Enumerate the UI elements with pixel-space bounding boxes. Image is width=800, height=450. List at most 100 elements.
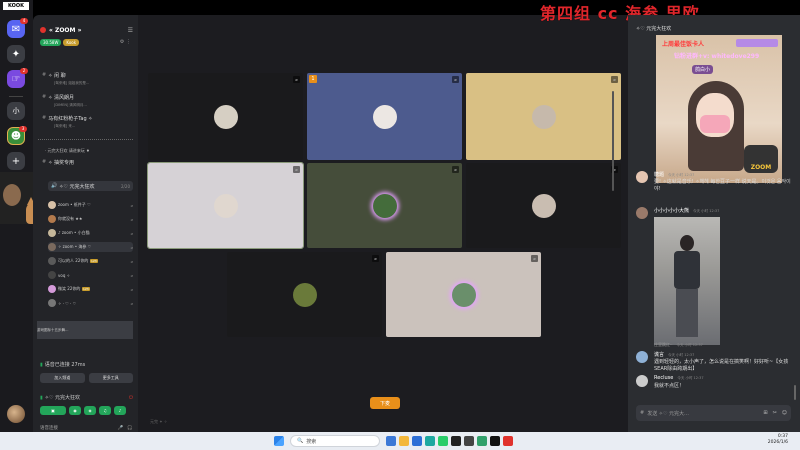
server-action-icons[interactable]: ⚙ ⋮ <box>120 39 131 45</box>
chat-header: ✧♡ 元完大狂欢 <box>636 26 672 32</box>
video-tile[interactable]: ⌀ <box>466 163 621 248</box>
hangup-icon[interactable]: ⏻ <box>129 395 133 401</box>
avatar[interactable] <box>636 171 648 183</box>
media-icon[interactable] <box>490 436 500 446</box>
members-footer[interactable]: 游戏图标十五步舞… <box>37 321 133 339</box>
message-author[interactable]: Recluse 今天 小时 12:37 <box>654 375 704 381</box>
member-item[interactable]: ♪ zoom • 小白猫 ⌀ <box>48 228 133 238</box>
avatar[interactable] <box>7 405 25 423</box>
signal-icon: ▮ <box>40 361 43 368</box>
avatar <box>213 193 238 218</box>
taskbar-search[interactable]: 🔍 搜索 <box>290 435 380 447</box>
channel-group[interactable]: # ✧ 抽奖专用 <box>42 158 133 166</box>
avatar <box>48 299 56 307</box>
members-footer-text: 游戏图标十五步舞… <box>37 327 69 332</box>
add-server-button[interactable]: + <box>7 152 25 170</box>
channel-sidebar: « ZOOM » ☰ 30.58W Kook ⚙ ⋮ # ✧ 闲 聊 [驾来难] … <box>33 15 138 432</box>
member-item[interactable]: 你就没有 ★★ ⌀ <box>48 214 133 224</box>
avatar[interactable] <box>636 375 648 387</box>
member-name: ♪ zoom • 小白猫 <box>58 230 90 235</box>
channel-hash-icon: # <box>42 72 47 78</box>
app-icon[interactable] <box>464 436 474 446</box>
chat-app-icon[interactable] <box>425 436 435 446</box>
avatar <box>48 229 56 237</box>
message-input[interactable]: # 发送 ✧♡ 元完大… ⊞ ✂ ☺ <box>636 405 791 421</box>
soundboard-button[interactable]: ♫ <box>99 406 111 415</box>
folder-icon[interactable] <box>399 436 409 446</box>
camera-button[interactable]: ◉ <box>69 406 81 415</box>
headphones-muted-icon[interactable]: 🎧 <box>127 426 133 431</box>
member-item[interactable]: ✧ zoom • 海参 ♡ ⌀ <box>48 242 133 252</box>
rail-small-button[interactable]: 小 <box>7 102 25 120</box>
section-label-text: · 元完大狂欢 请进来玩 ♦ <box>45 148 90 153</box>
activity-button[interactable]: ◈ <box>84 406 96 415</box>
kook-app-icon[interactable] <box>503 436 513 446</box>
channel-preview: [DIMEN] 清风明月… <box>54 103 87 108</box>
rail-messages-button[interactable]: ✉ 4 <box>7 18 28 38</box>
video-tile[interactable]: ⌀ <box>227 252 382 337</box>
avatar[interactable] <box>636 207 648 219</box>
spotify-icon[interactable] <box>477 436 487 446</box>
zoom-brand-logo: ZOOM <box>744 145 778 173</box>
divider <box>38 139 133 140</box>
message-author[interactable]: 小小小小小大熊 今天 小时 12:37 <box>654 207 719 214</box>
menu-icon[interactable]: ☰ <box>128 27 133 34</box>
chat-photo-image[interactable] <box>654 217 720 345</box>
call-channel-label: ✧♡ 元完大狂欢 <box>44 395 81 401</box>
message-author[interactable]: 庄里跳红·· 今天 小时 12:37 <box>654 342 703 348</box>
rail-sparkle-button[interactable]: ✦ <box>7 45 25 63</box>
banner-line2: 钻粉进群+v: whitedove299 <box>674 53 760 60</box>
sparkle-icon: ✦ <box>11 48 21 60</box>
mic-muted-icon: ⌀ <box>130 202 133 208</box>
mic-muted-icon: ⌀ <box>130 272 133 278</box>
video-tile[interactable]: ⌀ <box>147 162 304 249</box>
message-text: 遇到轻轻的，太小声了，怎么说是在搞笑啊！好好听~【女孩SEAR除由跨期出】 <box>654 359 789 372</box>
member-item[interactable]: voq ✧ ⌀ <box>48 270 133 280</box>
message-author[interactable]: 谎言 今天 小时 12:37 <box>654 351 694 358</box>
more-tools-button[interactable]: 更多工具 <box>88 373 133 383</box>
search-icon: 🔍 <box>297 438 304 444</box>
video-tile[interactable]: ⌀ <box>148 73 303 160</box>
scrollbar[interactable] <box>794 385 796 400</box>
rail-zoom-server-button[interactable]: ☻ 3 <box>7 126 27 145</box>
avatar <box>531 104 556 129</box>
video-tile[interactable]: ⌀ <box>307 163 462 248</box>
message-time: 今天 小时 12:37 <box>693 209 720 213</box>
terminal-icon[interactable] <box>451 436 461 446</box>
leave-stage-button[interactable]: 下麦 <box>370 397 400 409</box>
avatar[interactable] <box>636 351 648 363</box>
voice-channel-item[interactable]: 🔊 ✧♡ 元完大狂欢 2/20 <box>48 181 133 191</box>
server-header[interactable]: « ZOOM » ☰ <box>40 25 133 35</box>
avatar <box>451 282 476 307</box>
scissors-icon[interactable]: ✂ <box>773 410 777 416</box>
call-controls: ▣ ◉ ◈ ♫ ♪ <box>40 406 126 415</box>
file-explorer-icon[interactable] <box>386 436 396 446</box>
join-channel-button[interactable]: 加入频道 <box>40 373 85 383</box>
mic-muted-icon: ⌀ <box>130 300 133 306</box>
scrollbar[interactable] <box>612 91 614 191</box>
emoji-icon[interactable]: ☺ <box>782 410 787 416</box>
message-author[interactable]: 糖题 今天 小时 12:37 <box>654 171 694 178</box>
message-time: 今天 小时 12:37 <box>668 173 695 177</box>
mic-muted-icon: ⌀ <box>293 76 300 83</box>
rail-hand-button[interactable]: ☞ 2 <box>7 68 28 88</box>
windows-start-icon[interactable] <box>274 436 284 446</box>
channel-item[interactable]: # 马有红粉枪子Tag ✧ <box>42 114 133 122</box>
mic-muted-icon[interactable]: 🎤 <box>118 426 124 431</box>
member-item[interactable]: ✧ · ♡ · ♡ ⌀ <box>48 298 133 308</box>
rail-divider <box>9 96 23 97</box>
wechat-icon[interactable] <box>438 436 448 446</box>
add-icon[interactable]: ⊞ <box>763 410 767 416</box>
video-tile[interactable]: ⌀ <box>386 252 541 337</box>
member-item[interactable]: 可以的人 22你的 LV3 ⌀ <box>48 256 133 266</box>
member-item[interactable]: zoom • 纸件子 ♡ ⌀ <box>48 200 133 210</box>
edge-browser-icon[interactable] <box>412 436 422 446</box>
video-tile[interactable]: ⌀ <box>466 73 621 160</box>
music-button[interactable]: ♪ <box>114 406 126 415</box>
channel-item[interactable]: # ✧ 闲 聊 <box>42 71 133 79</box>
screen-share-button[interactable]: ▣ <box>40 406 66 415</box>
channel-item[interactable]: # ✧ 清风朗月 <box>42 93 133 101</box>
member-item[interactable]: 微笑 22你的 LV3 ⌀ <box>48 284 133 294</box>
video-tile[interactable]: ⌀ 1 <box>307 73 462 160</box>
taskbar-clock[interactable]: 0:37 2026/1/6 <box>768 434 788 446</box>
